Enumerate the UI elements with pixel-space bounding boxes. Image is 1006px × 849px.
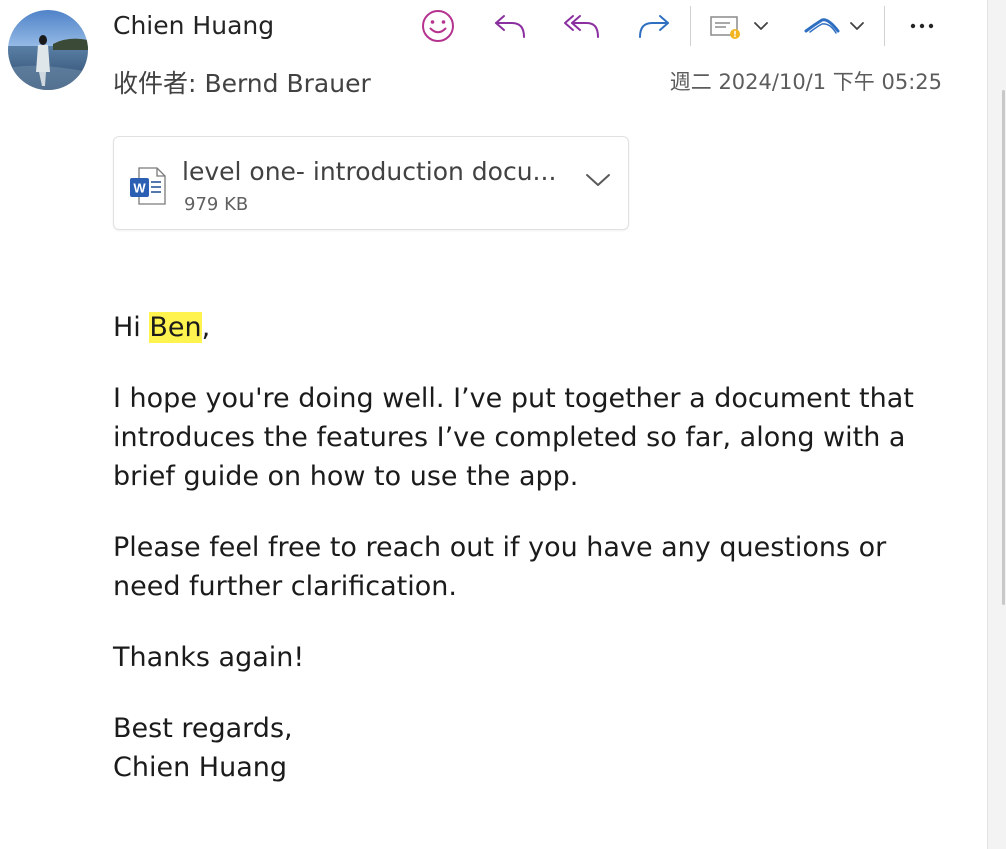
reply-button[interactable]: [490, 6, 530, 46]
svg-text:W: W: [133, 181, 146, 196]
message-datetime: 週二 2024/10/1 下午 05:25: [669, 70, 942, 94]
closing-line: Best regards,: [113, 713, 293, 744]
attachment-chevron-down-icon[interactable]: [584, 171, 612, 193]
scrollbar-thumb[interactable]: [1002, 90, 1005, 605]
attachment-name: level one- introduction docu...: [182, 157, 557, 186]
greeting-line: Hi Ben,: [113, 308, 923, 347]
greeting-prefix: Hi: [113, 312, 150, 343]
scrollbar-track[interactable]: [987, 0, 1006, 849]
signature-dropdown[interactable]: [800, 6, 870, 46]
flag-envelope-icon: [710, 16, 740, 39]
recipient-line: 收件者: Bernd Brauer: [113, 64, 371, 100]
body-paragraph-3: Thanks again!: [113, 642, 305, 673]
recipient-name[interactable]: Bernd Brauer: [204, 69, 370, 98]
attachment-card[interactable]: W level one- introduction docu... 979 KB: [113, 136, 629, 230]
message-body: Hi Ben, I hope you're doing well. I’ve p…: [113, 308, 923, 787]
word-doc-icon: W: [129, 166, 167, 210]
reply-all-button[interactable]: [562, 6, 602, 46]
attachment-size: 979 KB: [184, 194, 249, 215]
sender-name[interactable]: Chien Huang: [113, 11, 274, 40]
chevron-down-icon: [850, 22, 864, 30]
reply-icon: [495, 15, 525, 38]
toolbar-divider: [884, 6, 885, 46]
reaction-button[interactable]: [418, 6, 458, 46]
body-paragraph-1: I hope you're doing well. I’ve put toget…: [113, 383, 914, 492]
chevron-down-icon: [754, 22, 768, 30]
reply-all-icon: [564, 15, 599, 38]
forward-button[interactable]: [634, 6, 674, 46]
forward-icon: [639, 15, 669, 38]
smiley-icon: [422, 10, 454, 42]
signature-block: Best regards, Chien Huang: [113, 709, 923, 787]
more-icon: [910, 23, 934, 29]
toolbar-divider: [690, 6, 691, 46]
signature-icon: [804, 18, 840, 34]
body-paragraph-2: Please feel free to reach out if you hav…: [113, 532, 887, 602]
avatar-photo: [8, 10, 88, 90]
recipient-label: 收件者:: [113, 69, 197, 98]
mark-message-dropdown[interactable]: [704, 6, 774, 46]
more-actions-button[interactable]: [900, 6, 944, 46]
signature-name: Chien Huang: [113, 752, 287, 783]
highlighted-name: Ben: [149, 312, 202, 343]
sender-avatar[interactable]: [8, 10, 88, 90]
greeting-suffix: ,: [201, 312, 211, 343]
